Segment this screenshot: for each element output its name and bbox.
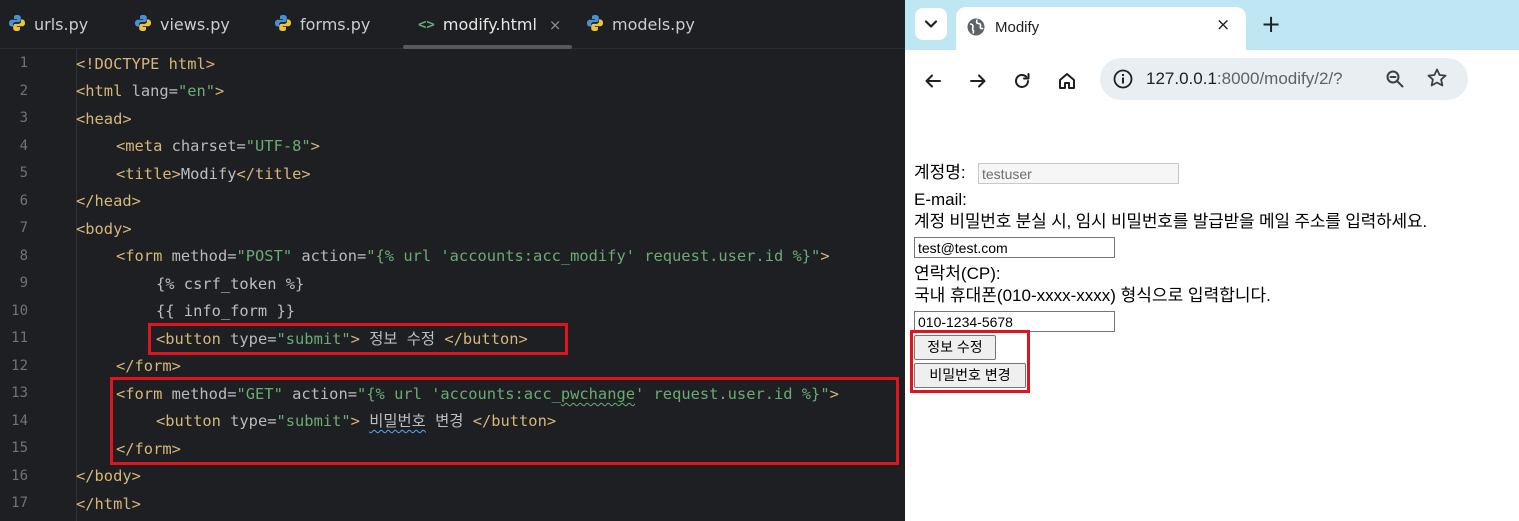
username-label: 계정명: [914,163,966,182]
code-line-6: </head> [76,192,141,210]
highlight-box-pwchange-form [110,377,899,465]
back-button[interactable] [917,65,949,97]
browser-tab-title: Modify [995,19,1040,36]
tab-urls-py[interactable]: urls.py [8,0,88,49]
highlight-box-buttons [910,330,1030,393]
python-icon [134,14,152,36]
url-text[interactable]: 127.0.0.1:8000/modify/2/? [1146,69,1343,89]
arrow-right-icon [970,74,986,88]
python-icon [586,14,604,36]
reload-icon [1015,73,1030,88]
email-label: E-mail: [914,190,967,209]
chevron-down-icon [924,20,938,28]
code-line-12: </form> [116,357,181,375]
python-icon [8,14,26,36]
page-content: 계정명: E-mail: 계정 비밀번호 분실 시, 임시 비밀번호를 발급받을… [905,112,1519,521]
browser-tab-modify[interactable]: Modify × [956,7,1246,50]
code-line-1: <!DOCTYPE html> [76,55,215,73]
home-button[interactable] [1051,65,1083,97]
tab-views-py[interactable]: views.py [134,0,230,49]
code-line-16: </body> [76,467,141,485]
code-line-7: <body> [76,220,132,238]
editor-tab-bar: urls.py views.py forms.py <> modify.html… [0,0,905,49]
tab-label: models.py [612,15,695,34]
code-line-4: <meta charset="UTF-8"> [116,137,320,155]
tab-label: forms.py [300,15,371,34]
username-field[interactable] [978,163,1179,184]
tab-modify-html[interactable]: <> modify.html × [418,0,561,49]
browser-tab-strip: Modify × + [905,0,1519,50]
browser-window: Modify × + 127.0.0.1:8000/modify/2/? 계정명… [905,0,1519,521]
site-info-icon[interactable] [1112,68,1134,94]
code-editor[interactable]: urls.py views.py forms.py <> modify.html… [0,0,905,521]
address-bar[interactable]: 127.0.0.1:8000/modify/2/? [1100,58,1468,100]
code-line-10: {{ info_form }} [156,302,295,320]
phone-label: 연락처(CP): [914,264,1001,283]
phone-help-text: 국내 휴대폰(010-xxxx-xxxx) 형식으로 입력합니다. [914,286,1271,305]
tab-label: views.py [160,15,230,34]
new-tab-button[interactable]: + [1258,8,1284,40]
url-path: :8000/modify/2/? [1216,69,1343,88]
code-line-2: <html lang="en"> [76,82,225,100]
python-icon [274,14,292,36]
url-host: 127.0.0.1 [1146,69,1217,88]
reload-button[interactable] [1006,65,1038,97]
tab-label: modify.html [442,15,537,34]
tab-models-py[interactable]: models.py [586,0,695,49]
html-icon: <> [418,16,435,33]
highlight-box-info-button [148,323,568,355]
code-line-3: <head> [76,110,132,128]
close-icon[interactable]: × [1216,15,1230,35]
code-line-9: {% csrf_token %} [156,275,305,293]
code-line-17: </html> [76,495,141,513]
zoom-icon[interactable] [1385,69,1405,93]
globe-icon [966,17,986,41]
arrow-left-icon [925,74,941,88]
code-line-5: <title>Modify</title> [116,165,311,183]
browser-toolbar: 127.0.0.1:8000/modify/2/? [905,50,1519,112]
tab-search-button[interactable] [915,8,947,40]
phone-field[interactable] [914,311,1115,332]
tab-forms-py[interactable]: forms.py [274,0,370,49]
bookmark-star-icon[interactable] [1426,67,1448,93]
email-field[interactable] [914,237,1115,258]
forward-button[interactable] [962,65,994,97]
close-icon[interactable]: × [549,16,562,34]
code-line-8: <form method="POST" action="{% url 'acco… [116,247,830,265]
tab-label: urls.py [34,15,89,34]
home-icon [1059,73,1075,89]
email-help-text: 계정 비밀번호 분실 시, 임시 비밀번호를 발급받을 메일 주소를 입력하세요… [914,212,1427,231]
